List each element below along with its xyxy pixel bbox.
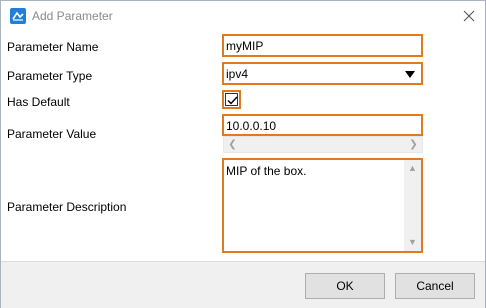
parameter-value-horizontal-scrollbar[interactable]: ❮ ❯ [223,136,423,153]
app-icon [10,8,26,24]
scroll-up-icon[interactable]: ▲ [404,161,421,176]
scroll-left-icon[interactable]: ❮ [225,138,240,152]
scroll-right-icon[interactable]: ❯ [406,138,421,152]
close-button[interactable] [457,5,481,27]
parameter-value-value: 10.0.0.10 [226,119,277,133]
cancel-button[interactable]: Cancel [395,273,475,299]
checkmark-icon [227,96,238,105]
parameter-type-label: Parameter Type [7,69,93,83]
parameter-value-label: Parameter Value [7,127,97,141]
has-default-label: Has Default [7,95,70,109]
parameter-name-value: myMIP [226,39,264,53]
close-icon [463,10,475,22]
parameter-name-input[interactable]: myMIP [222,34,423,57]
parameter-type-select[interactable]: ipv4 [222,62,423,85]
scroll-down-icon[interactable]: ▼ [404,235,421,250]
dialog-title: Add Parameter [32,9,113,23]
title-bar: Add Parameter [1,1,485,31]
parameter-description-textarea[interactable]: MIP of the box. ▲ ▼ [222,158,423,253]
parameter-description-value: MIP of the box. [226,164,307,178]
parameter-description-label: Parameter Description [7,200,127,214]
parameter-name-label: Parameter Name [7,40,99,54]
description-vertical-scrollbar[interactable]: ▲ ▼ [404,160,421,251]
ok-button[interactable]: OK [305,273,385,299]
has-default-checkbox[interactable] [222,90,241,109]
parameter-type-value: ipv4 [226,67,249,81]
chevron-down-icon [405,71,415,78]
add-parameter-dialog: Add Parameter Parameter Name myMIP Param… [0,0,486,308]
dialog-footer: OK Cancel [1,261,485,308]
parameter-value-input[interactable]: 10.0.0.10 [222,114,423,136]
